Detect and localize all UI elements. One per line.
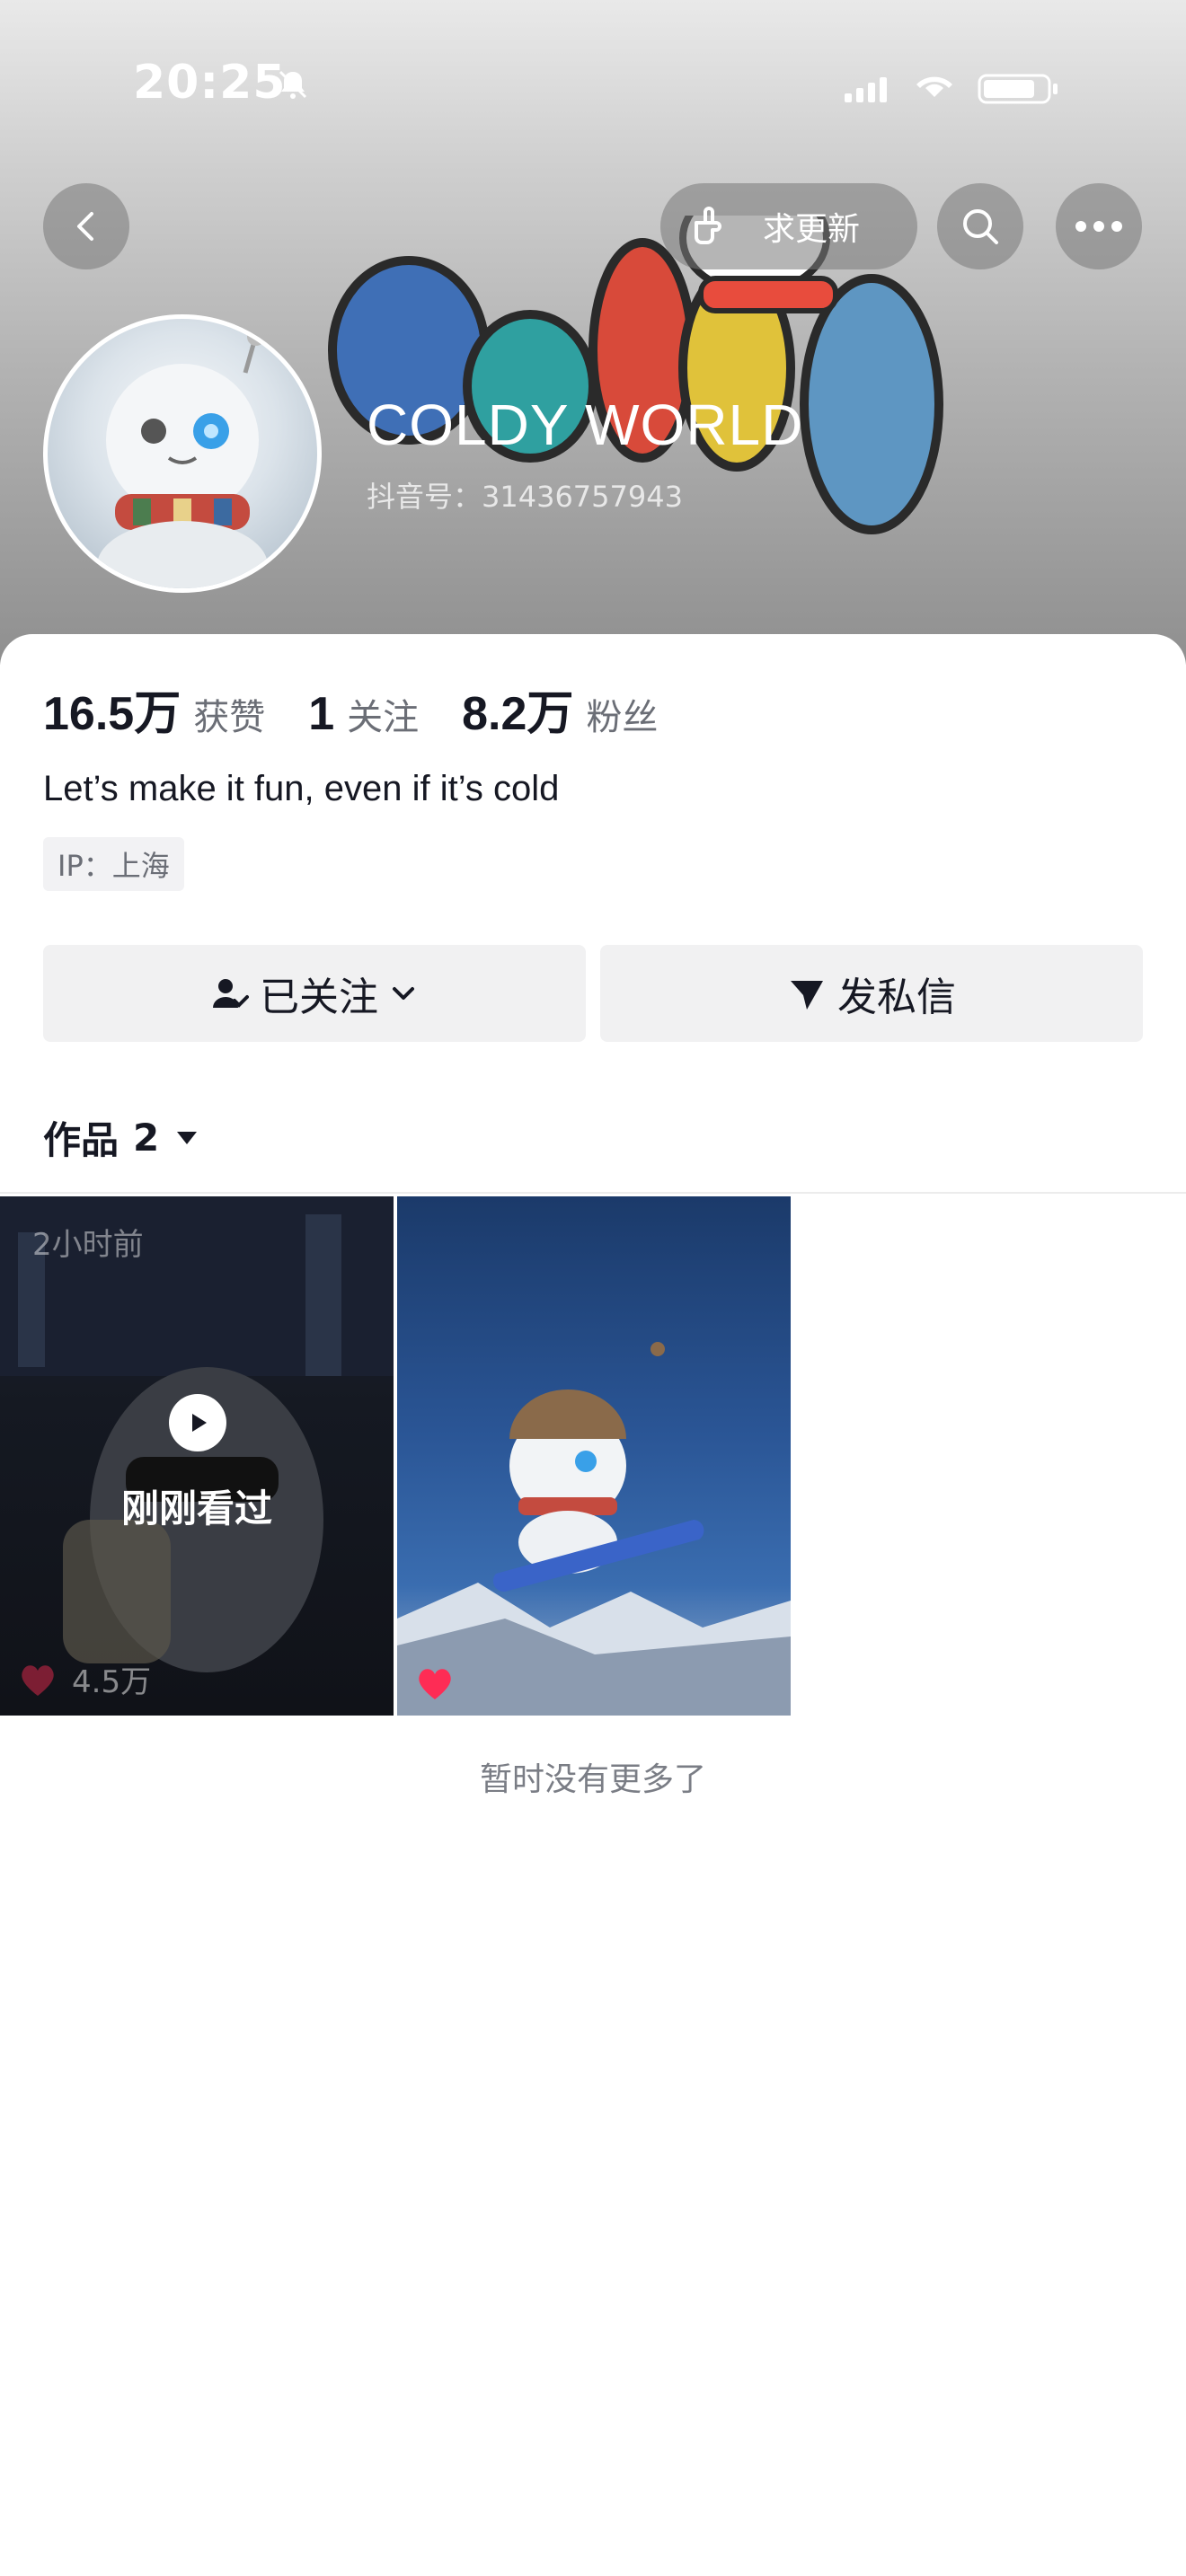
followed-label: 已关注 [260, 975, 378, 1020]
pointing-hand-icon [695, 207, 721, 244]
profile-banner: 20:25 求更新 COLDY WORLD 抖音号：31436757943 [0, 0, 1186, 665]
search-icon [963, 209, 998, 244]
recently-watched-label: 刚刚看过 [120, 1486, 272, 1531]
following-count[interactable]: 1 [308, 687, 334, 741]
bio-text: Let’s make it fun, even if it’s cold [43, 769, 560, 808]
ip-location-tag: IP：上海 [43, 837, 184, 891]
heart-icon [419, 1669, 451, 1699]
send-icon [791, 981, 823, 1010]
works-tab-label: 作品 [43, 1118, 119, 1162]
send-message-button[interactable]: 发私信 [600, 945, 1143, 1042]
works-tab[interactable]: 作品 2 [43, 1110, 200, 1165]
snowman-avatar-image [97, 328, 268, 588]
send-message-label: 发私信 [837, 975, 956, 1020]
status-time: 20:25 [133, 56, 287, 110]
following-label[interactable]: 关注 [347, 688, 419, 740]
heart-icon [22, 1664, 54, 1696]
user-check-icon [213, 979, 249, 1008]
video-thumbnail-2[interactable] [397, 1196, 791, 1716]
request-update-label: 求更新 [763, 211, 861, 248]
likes-count: 16.5万 [43, 688, 181, 740]
no-more-content-text: 暂时没有更多了 [479, 1761, 706, 1798]
stats-row: 16.5万 获赞 1 关注 8.2万 粉丝 [43, 675, 701, 741]
video-1-time-ago: 2小时前 [32, 1227, 144, 1263]
likes-label: 获赞 [193, 697, 266, 738]
status-icons [845, 74, 1058, 104]
mute-bell-icon [279, 70, 307, 99]
chevron-down-icon [393, 987, 414, 1000]
video-2-likes [415, 1665, 469, 1701]
followers-count[interactable]: 8.2万 [462, 675, 573, 743]
avatar[interactable] [43, 314, 322, 593]
profile-name: COLDY WORLD [367, 393, 804, 457]
back-button[interactable] [43, 183, 129, 269]
douyin-id[interactable]: 抖音号：31436757943 [367, 474, 683, 516]
works-count: 2 [133, 1116, 160, 1160]
more-dots-icon [1075, 221, 1122, 232]
divider [0, 1192, 1186, 1194]
followed-button[interactable]: 已关注 [43, 945, 586, 1042]
request-update-button[interactable]: 求更新 [660, 183, 917, 269]
more-button[interactable] [1056, 183, 1142, 269]
caret-down-icon [177, 1131, 198, 1144]
search-button[interactable] [937, 183, 1023, 269]
play-icon [169, 1394, 226, 1451]
video-1-likes: 4.5万 [18, 1657, 151, 1701]
video-thumbnail-1[interactable]: 2小时前 刚刚看过 4.5万 [0, 1196, 394, 1716]
followers-label[interactable]: 粉丝 [586, 688, 658, 740]
video-1-likes-count: 4.5万 [72, 1664, 152, 1700]
chevron-left-icon [77, 212, 93, 241]
video-1-image [0, 1196, 394, 1672]
video-2-image [397, 1342, 791, 1716]
